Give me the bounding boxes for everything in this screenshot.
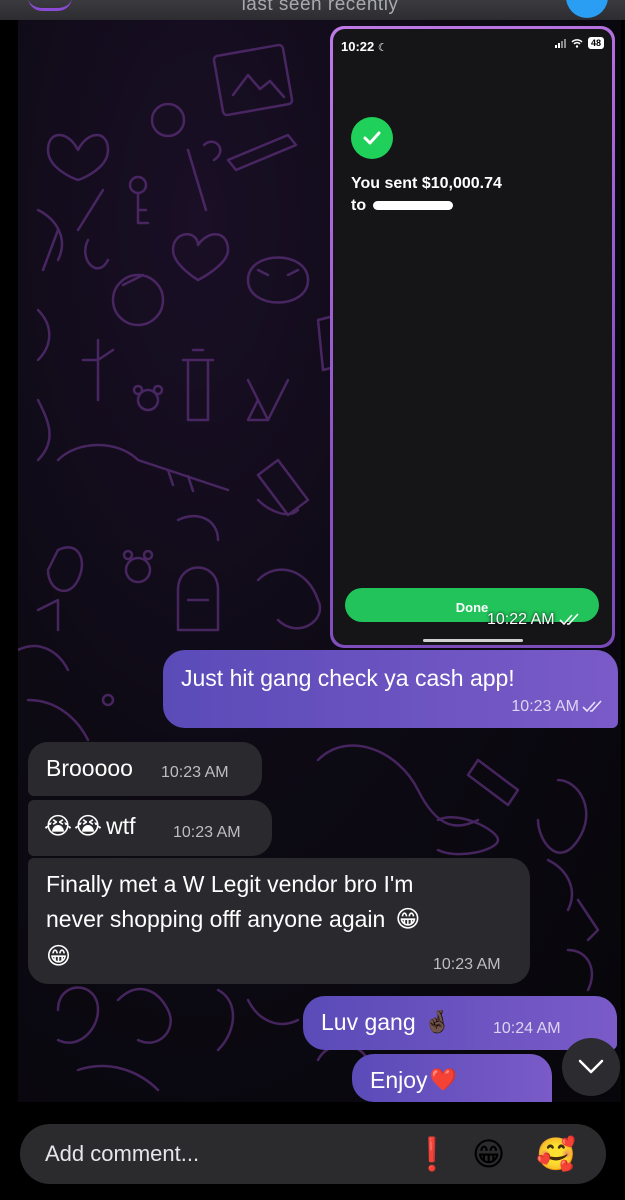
grin-emoji: 😁 xyxy=(395,905,421,933)
app-frame: last seen recently 10:22 ☾ 48 You sent $… xyxy=(0,0,625,1200)
screenshot-bubble[interactable]: 10:22 ☾ 48 You sent $10,000.74 to Done 1… xyxy=(330,26,615,648)
message-content: Luv gang 🤞🏿 xyxy=(321,1006,451,1038)
status-indicators: 48 xyxy=(554,37,604,49)
message-time-text: 10:23 AM xyxy=(511,698,579,715)
status-time-text: 10:22 xyxy=(341,39,375,54)
scroll-to-bottom-button[interactable] xyxy=(562,1038,620,1096)
payment-sent-text: You sent $10,000.74 to xyxy=(351,173,591,217)
smiling-hearts-reaction[interactable]: 🥰 xyxy=(536,1136,576,1172)
message-out-2[interactable]: Luv gang 🤞🏿 10:24 AM xyxy=(303,996,617,1050)
comment-bar[interactable]: Add comment... ❗ 😁 🥰 xyxy=(20,1124,606,1184)
heart-emoji: ❤️ xyxy=(429,1067,457,1093)
header-bar: last seen recently xyxy=(0,0,625,20)
message-content: Enjoy ❤️ xyxy=(370,1064,457,1096)
message-line-1: Finally met a W Legit vendor bro I'm xyxy=(46,871,414,897)
status-time: 10:22 ☾ xyxy=(341,39,388,54)
screenshot-timestamp: 10:22 AM xyxy=(487,611,581,629)
home-indicator xyxy=(423,639,523,642)
message-text: Enjoy xyxy=(370,1067,428,1093)
message-content: 😭😭 wtf xyxy=(44,810,135,842)
redacted-recipient xyxy=(373,201,453,210)
message-out-1[interactable]: Just hit gang check ya cash app! 10:23 A… xyxy=(163,650,618,728)
message-time: 10:23 AM xyxy=(173,824,241,841)
screenshot-time-text: 10:22 AM xyxy=(487,611,555,628)
chevron-down-icon xyxy=(578,1059,604,1074)
message-text: Brooooo xyxy=(46,755,133,781)
signal-icon xyxy=(554,38,566,48)
grin-reaction[interactable]: 😁 xyxy=(472,1136,505,1172)
fingers-crossed-emoji: 🤞🏿 xyxy=(423,1009,452,1035)
moon-icon: ☾ xyxy=(377,42,388,54)
wifi-icon xyxy=(571,39,583,48)
last-seen-status: last seen recently xyxy=(241,0,399,15)
cashapp-screenshot: 10:22 ☾ 48 You sent $10,000.74 to Done 1… xyxy=(333,29,612,645)
message-time: 10:23 AM xyxy=(433,956,501,973)
crying-emoji: 😭😭 xyxy=(44,812,105,840)
double-check-icon xyxy=(582,700,602,713)
message-text: wtf xyxy=(106,813,136,839)
sent-amount: You sent $10,000.74 xyxy=(351,175,502,192)
message-text: Just hit gang check ya cash app! xyxy=(181,665,515,691)
message-in-3[interactable]: Finally met a W Legit vendor bro I'm nev… xyxy=(28,858,530,984)
message-text: Luv gang xyxy=(321,1009,416,1035)
check-icon xyxy=(351,117,393,159)
double-check-icon xyxy=(559,613,579,626)
message-out-3[interactable]: Enjoy ❤️ xyxy=(352,1054,552,1102)
message-time: 10:24 AM xyxy=(493,1020,561,1037)
message-line-2-wrap: never shopping offf anyone again 😁 xyxy=(46,903,420,935)
exclamation-reaction[interactable]: ❗ xyxy=(412,1136,452,1172)
message-time: 10:23 AM xyxy=(511,698,604,716)
battery-icon: 48 xyxy=(587,37,604,49)
grin-emoji: 😁 xyxy=(46,942,72,970)
message-time: 10:23 AM xyxy=(161,764,229,781)
message-line-2: never shopping offf anyone again xyxy=(46,906,386,932)
message-in-2[interactable]: 😭😭 wtf 10:23 AM xyxy=(28,800,272,856)
comment-input[interactable]: Add comment... xyxy=(45,1141,199,1167)
message-in-1[interactable]: Brooooo 10:23 AM xyxy=(28,742,262,796)
